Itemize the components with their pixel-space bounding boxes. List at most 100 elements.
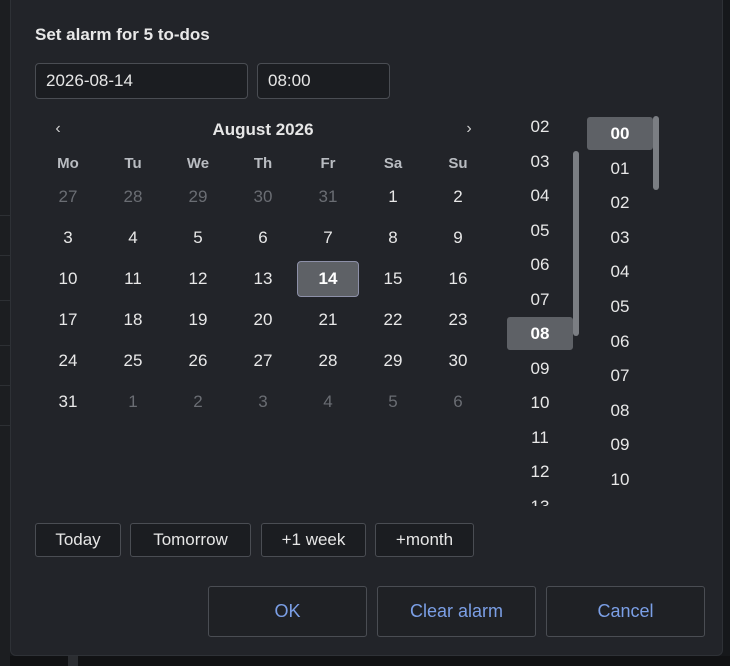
minute-option[interactable]: 06	[587, 325, 653, 358]
minute-picker[interactable]: 0001020304050607080910 11	[587, 110, 659, 506]
minute-option[interactable]: 03	[587, 221, 653, 254]
day-cell[interactable]: 31	[37, 384, 99, 420]
day-cell[interactable]: 4	[297, 384, 359, 420]
weekday-label: We	[186, 155, 210, 172]
weekday-label: Tu	[124, 155, 142, 172]
hour-option[interactable]: 06	[507, 248, 573, 281]
weekday-label: Sa	[383, 155, 403, 172]
background-divider	[0, 345, 10, 346]
day-cell[interactable]: 11	[102, 261, 164, 297]
day-cell[interactable]: 27	[232, 343, 294, 379]
background-scroll-mark	[68, 656, 78, 666]
day-cell[interactable]: 27	[37, 179, 99, 215]
hour-option[interactable]: 07	[507, 283, 573, 316]
day-cell[interactable]: 8	[362, 220, 424, 256]
day-cell[interactable]: 17	[37, 302, 99, 338]
dialog-title: Set alarm for 5 to-dos	[35, 25, 210, 44]
hour-option[interactable]: 11	[507, 421, 573, 454]
clear-alarm-button[interactable]: Clear alarm	[377, 586, 536, 637]
day-cell[interactable]: 25	[102, 343, 164, 379]
day-cell[interactable]: 18	[102, 302, 164, 338]
day-cell[interactable]: 10	[37, 261, 99, 297]
hour-option[interactable]: 13	[507, 490, 573, 507]
weekday-label: Fr	[320, 155, 336, 172]
tomorrow-button[interactable]: Tomorrow	[130, 523, 251, 557]
minute-option[interactable]: 02	[587, 186, 653, 219]
plus-month-button[interactable]: +month	[375, 523, 474, 557]
today-button[interactable]: Today	[35, 523, 121, 557]
day-cell[interactable]: 1	[362, 179, 424, 215]
day-cell[interactable]: 31	[297, 179, 359, 215]
minute-option[interactable]: 07	[587, 359, 653, 392]
day-cell[interactable]: 19	[167, 302, 229, 338]
weekday-label: Su	[448, 155, 468, 172]
day-cell[interactable]: 16	[427, 261, 489, 297]
minute-option[interactable]: 01	[587, 152, 653, 185]
day-cell[interactable]: 30	[427, 343, 489, 379]
next-month-button[interactable]: ›	[459, 120, 479, 138]
day-cell[interactable]: 5	[362, 384, 424, 420]
day-cell[interactable]: 2	[427, 179, 489, 215]
hour-option[interactable]: 10	[507, 386, 573, 419]
time-input[interactable]	[257, 63, 390, 99]
alarm-dialog: Set alarm for 5 to-dos ‹ August 2026 › M…	[10, 0, 723, 656]
hour-option[interactable]: 05	[507, 214, 573, 247]
day-cell[interactable]: 28	[102, 179, 164, 215]
minute-option[interactable]: 10	[587, 463, 653, 496]
month-title: August 2026	[212, 120, 314, 139]
day-cell[interactable]: 15	[362, 261, 424, 297]
background-bottom-bar	[10, 656, 730, 666]
date-input[interactable]	[35, 63, 248, 99]
day-cell[interactable]: 3	[37, 220, 99, 256]
plus-one-week-button[interactable]: +1 week	[261, 523, 366, 557]
day-cell[interactable]: 6	[427, 384, 489, 420]
hour-scrollbar[interactable]	[573, 151, 579, 336]
minute-scrollbar[interactable]	[653, 116, 659, 190]
day-cell[interactable]: 22	[362, 302, 424, 338]
day-cell[interactable]: 29	[167, 179, 229, 215]
minute-option[interactable]: 11	[587, 498, 653, 506]
day-cell[interactable]: 13	[232, 261, 294, 297]
minute-option[interactable]: 08	[587, 394, 653, 427]
background-divider	[0, 425, 10, 426]
ok-button[interactable]: OK	[208, 586, 367, 637]
weekday-label: Th	[253, 155, 273, 172]
day-cell[interactable]: 9	[427, 220, 489, 256]
hour-option[interactable]: 09	[507, 352, 573, 385]
day-cell[interactable]: 26	[167, 343, 229, 379]
background-divider	[0, 300, 10, 301]
minute-option-selected[interactable]: 00	[587, 117, 653, 150]
hour-option-selected[interactable]: 08	[507, 317, 573, 350]
day-cell[interactable]: 29	[362, 343, 424, 379]
day-cell[interactable]: 4	[102, 220, 164, 256]
day-cell[interactable]: 6	[232, 220, 294, 256]
hour-option[interactable]: 03	[507, 145, 573, 178]
day-cell[interactable]: 24	[37, 343, 99, 379]
minute-option[interactable]: 05	[587, 290, 653, 323]
day-cell[interactable]: 30	[232, 179, 294, 215]
day-cell[interactable]: 23	[427, 302, 489, 338]
weekday-label: Mo	[57, 155, 79, 172]
day-cell[interactable]: 2	[167, 384, 229, 420]
day-cell[interactable]: 1	[102, 384, 164, 420]
minute-option[interactable]: 04	[587, 255, 653, 288]
hour-picker[interactable]: 02 03 04 05 06 07 08 09 10 11 12 13	[507, 110, 579, 506]
day-cell[interactable]: 5	[167, 220, 229, 256]
hour-option[interactable]: 04	[507, 179, 573, 212]
day-cell[interactable]: 3	[232, 384, 294, 420]
day-cell[interactable]: 28	[297, 343, 359, 379]
minute-option[interactable]: 09	[587, 428, 653, 461]
day-cell-selected[interactable]: 14	[297, 261, 359, 297]
background-app-strip	[0, 0, 10, 666]
background-divider	[0, 255, 10, 256]
background-divider	[0, 385, 10, 386]
hour-option[interactable]: 12	[507, 455, 573, 488]
prev-month-button[interactable]: ‹	[48, 120, 68, 138]
cancel-button[interactable]: Cancel	[546, 586, 705, 637]
hour-option[interactable]: 02	[507, 110, 573, 143]
background-divider	[0, 215, 10, 216]
day-cell[interactable]: 21	[297, 302, 359, 338]
day-cell[interactable]: 20	[232, 302, 294, 338]
day-cell[interactable]: 7	[297, 220, 359, 256]
day-cell[interactable]: 12	[167, 261, 229, 297]
